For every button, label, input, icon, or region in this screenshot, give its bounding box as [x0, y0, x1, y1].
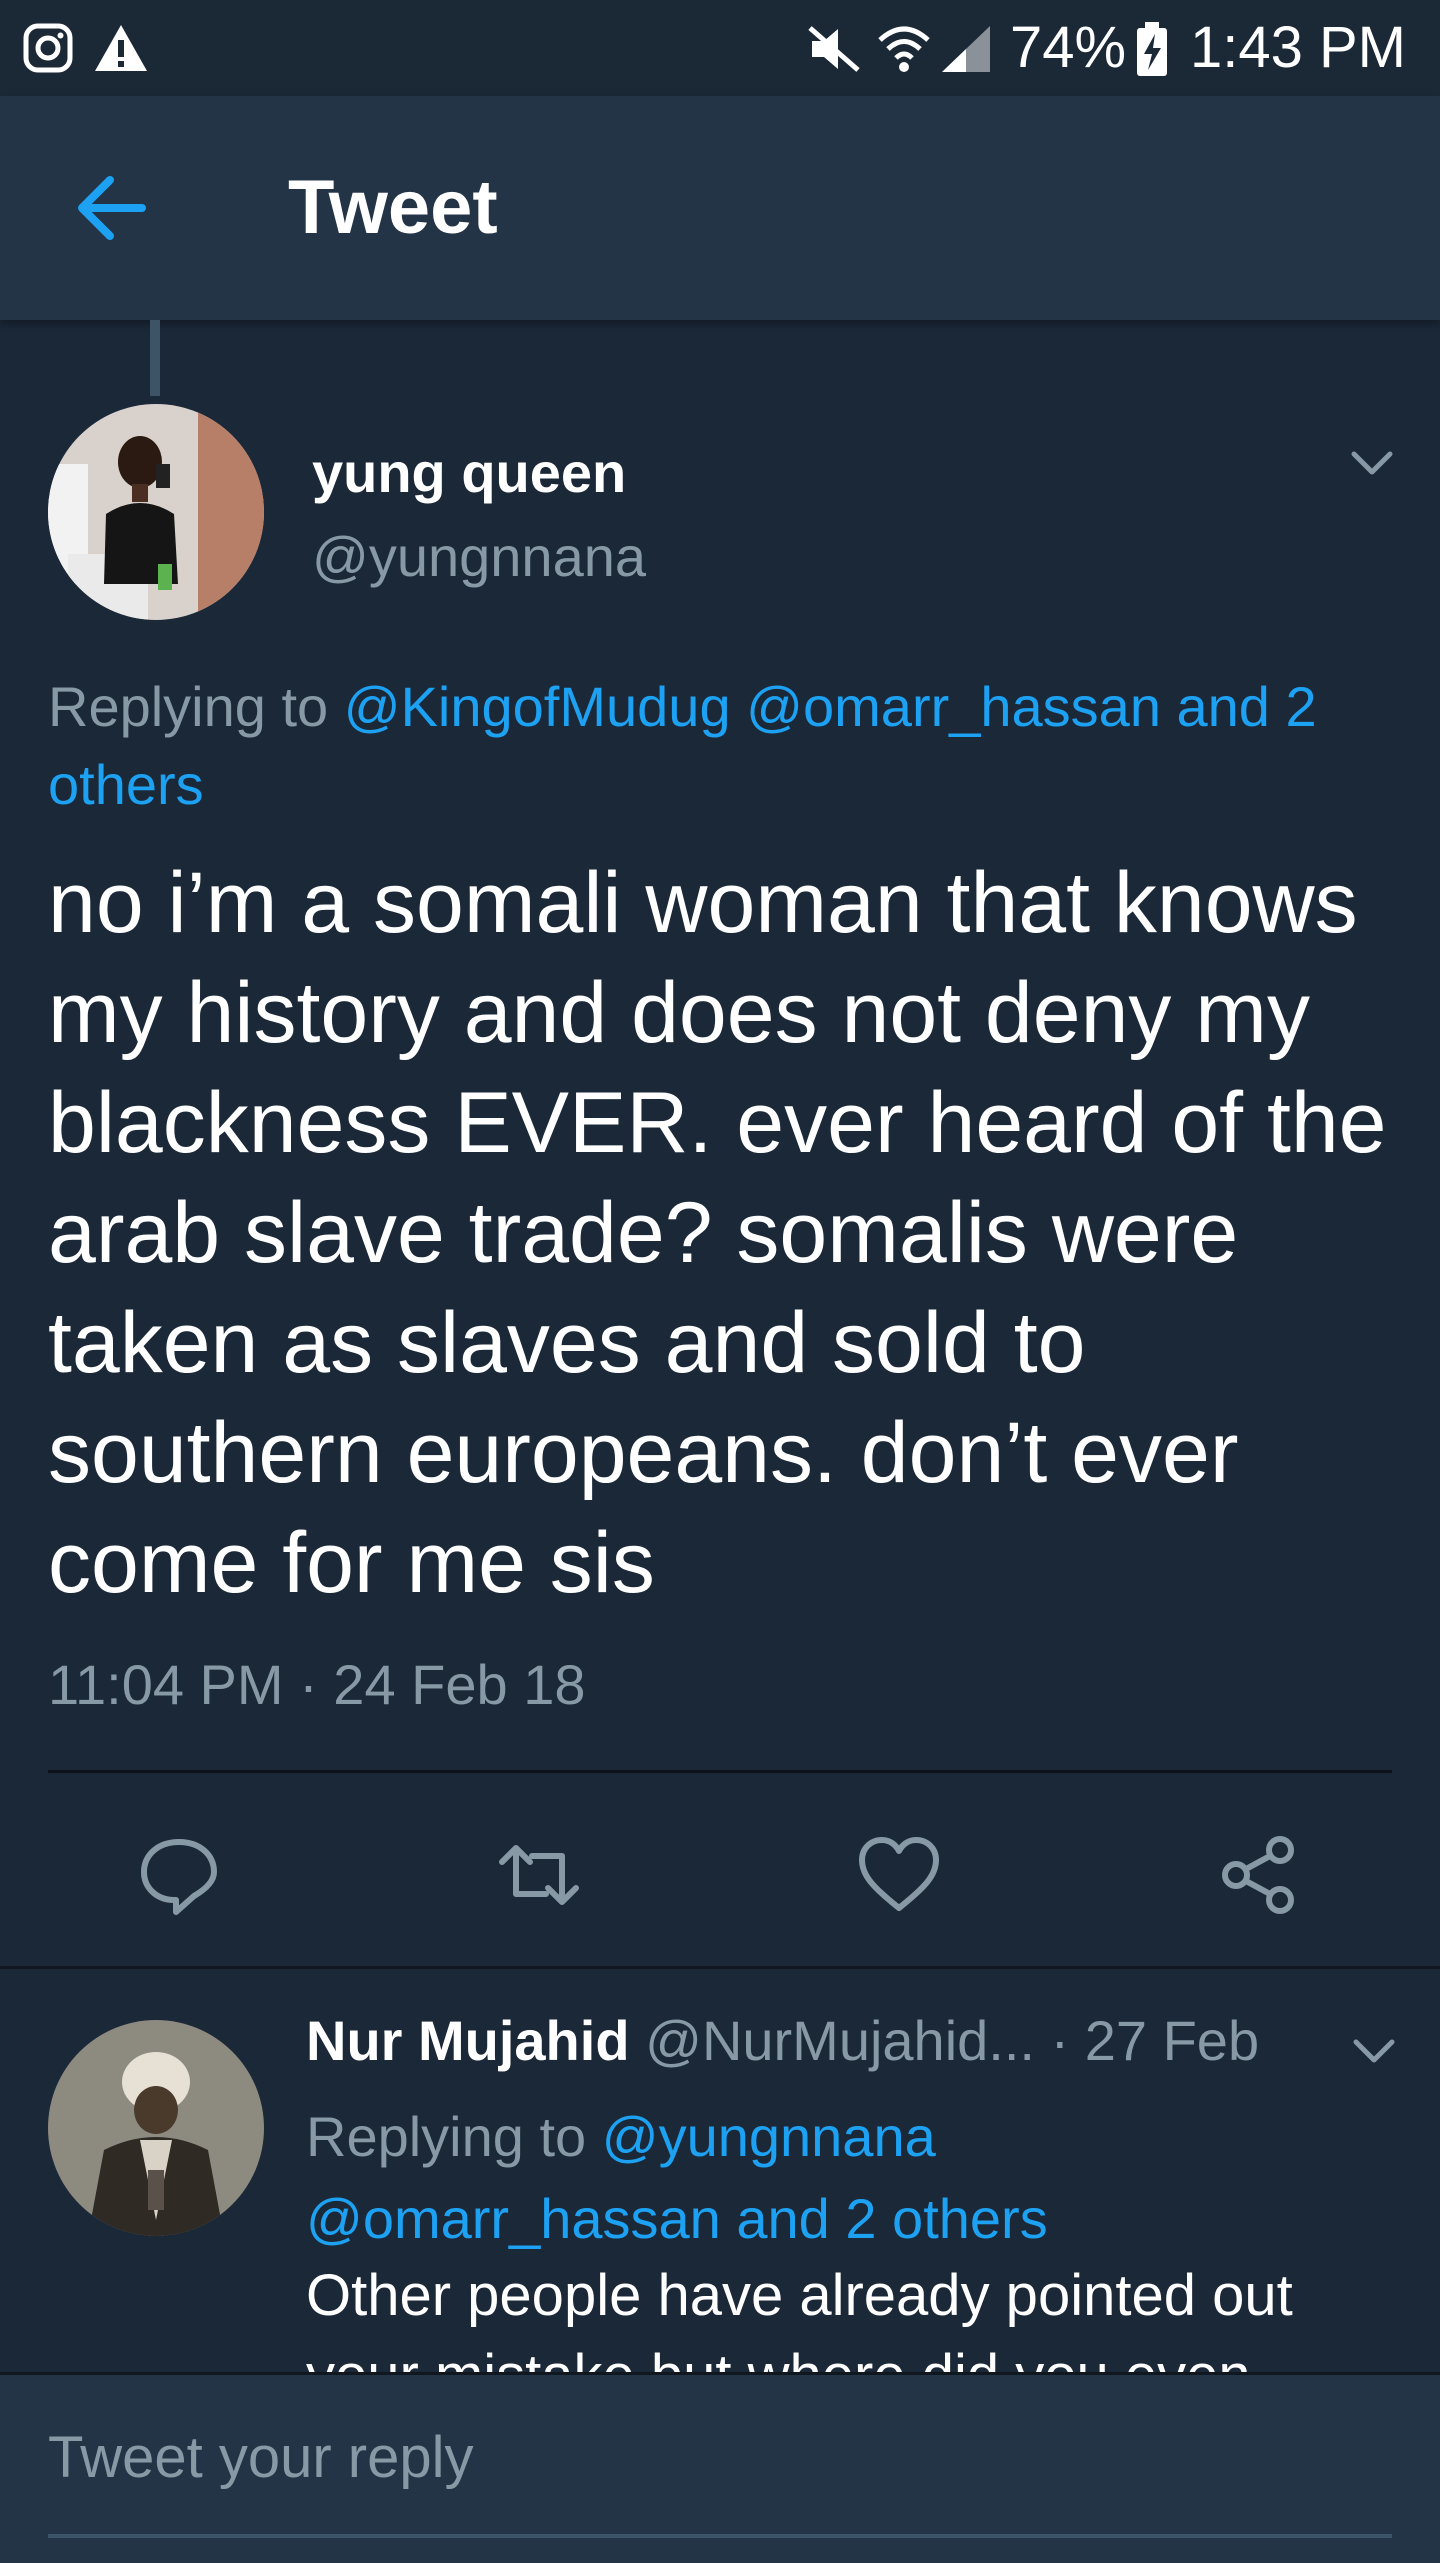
retweet-icon[interactable]: [494, 1830, 584, 1920]
share-icon[interactable]: [1214, 1830, 1304, 1920]
reply-input[interactable]: [48, 2424, 1392, 2491]
top-app-bar: Tweet: [0, 96, 1440, 320]
reply-header: Nur Mujahid @NurMujahid... · 27 Feb: [306, 2008, 1259, 2073]
reply-replying-prefix: Replying to: [306, 2105, 602, 2168]
reply-author-handle[interactable]: @NurMujahid...: [645, 2009, 1035, 2072]
reply-tweet-text: Other people have already pointed out yo…: [306, 2263, 1293, 2372]
divider: [0, 1966, 1440, 1969]
reply-replying-to: Replying to @yungnnana @omarr_hassan and…: [306, 2096, 1356, 2260]
back-arrow-icon[interactable]: [76, 174, 148, 242]
avatar[interactable]: [48, 404, 264, 620]
reply-avatar-photo: [48, 2020, 264, 2236]
wifi-icon: [878, 26, 930, 72]
instagram-icon: [23, 23, 73, 73]
reply-input-underline: [48, 2534, 1392, 2538]
chevron-down-icon[interactable]: [1352, 2036, 1396, 2066]
author-name[interactable]: yung queen: [312, 440, 626, 505]
mute-icon: [808, 26, 860, 72]
tweet-timestamp: 11:04 PM · 24 Feb 18: [48, 1653, 586, 1716]
thread-connector-line: [150, 320, 160, 396]
battery-charging-icon: [1137, 22, 1167, 76]
reply-date: 27 Feb: [1084, 2009, 1260, 2072]
clock: 1:43 PM: [1190, 15, 1406, 80]
status-bar: 74% 1:43 PM: [0, 0, 1440, 96]
like-icon[interactable]: [854, 1830, 944, 1920]
replying-to: Replying to @KingofMudug @omarr_hassan a…: [48, 668, 1408, 824]
reply-icon[interactable]: [134, 1830, 224, 1920]
replying-to-prefix: Replying to: [48, 675, 344, 738]
signal-icon: [942, 26, 990, 72]
author-handle[interactable]: @yungnnana: [312, 524, 646, 589]
chevron-down-icon[interactable]: [1350, 448, 1394, 478]
battery-percent: 74%: [1010, 15, 1127, 80]
reply-separator: ·: [1050, 2009, 1070, 2072]
reply-avatar[interactable]: [48, 2020, 264, 2236]
warning-icon: [95, 25, 147, 71]
divider: [48, 1770, 1392, 1773]
reply-author-name[interactable]: Nur Mujahid: [306, 2009, 630, 2072]
page-title: Tweet: [288, 165, 498, 250]
avatar-photo: [48, 404, 264, 620]
tweet-text: no i’m a somali woman that knows my hist…: [48, 855, 1387, 1611]
